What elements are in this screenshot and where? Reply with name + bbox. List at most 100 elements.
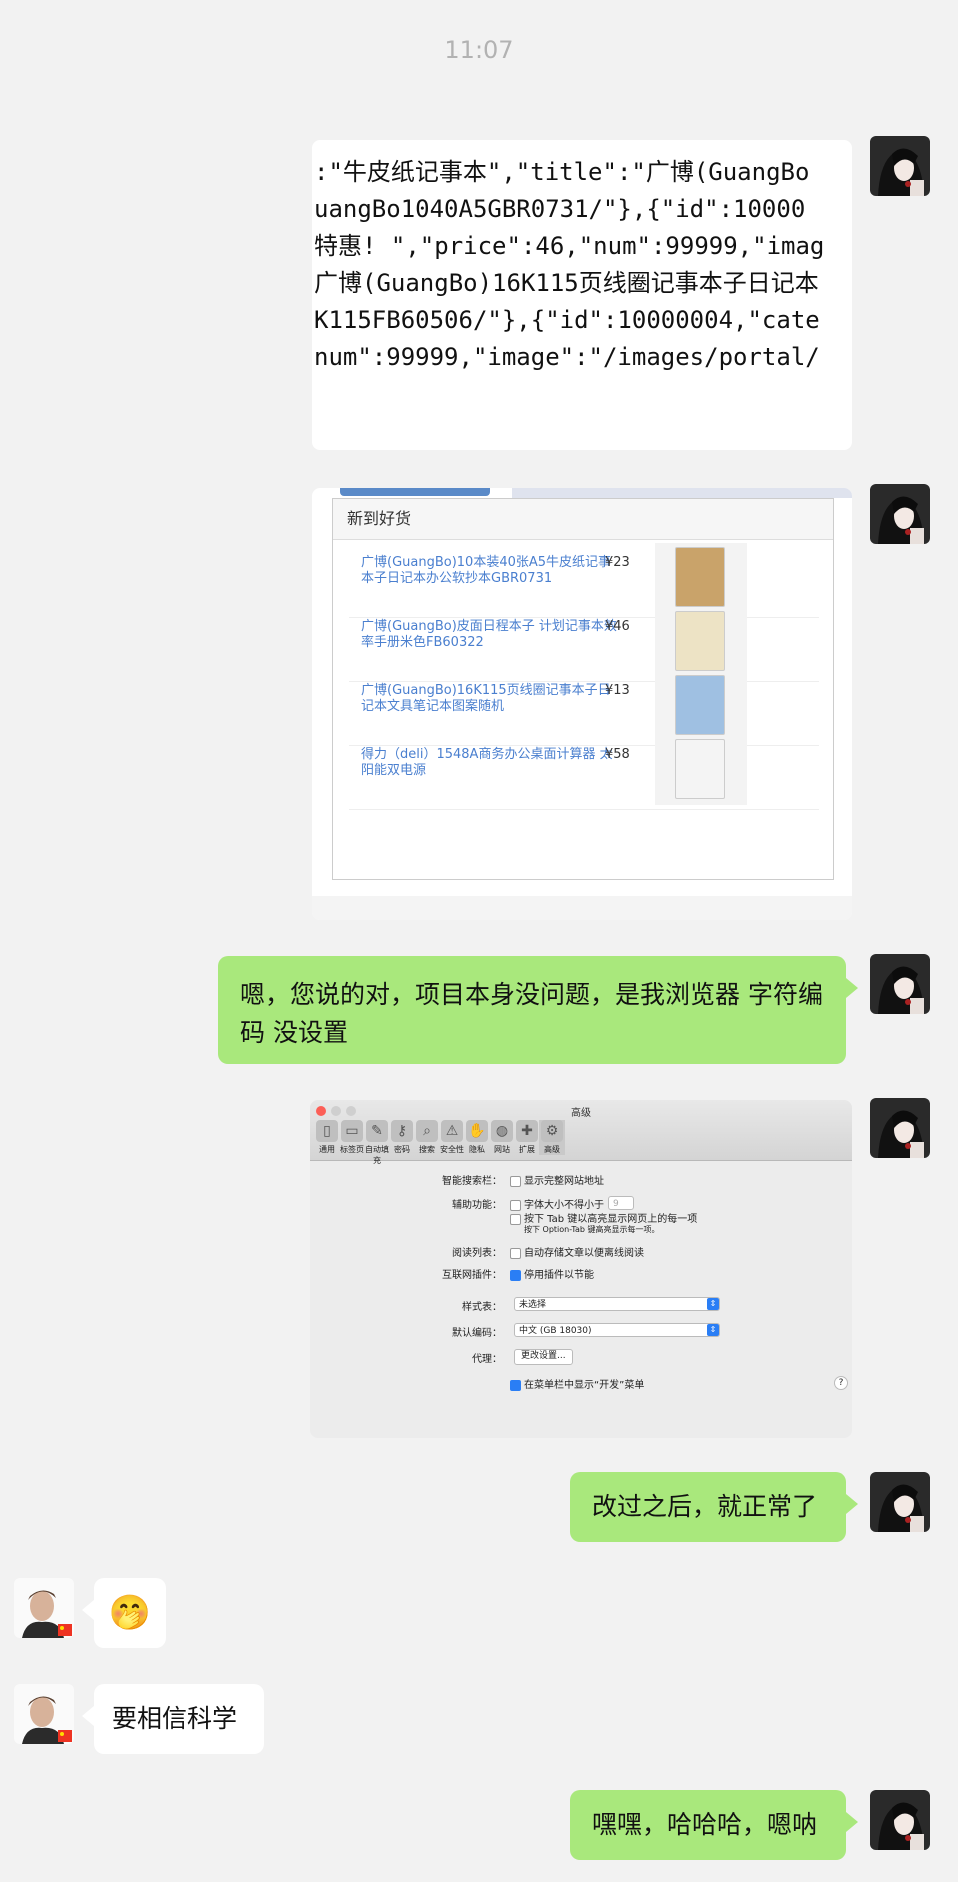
toolbar-tab-privacy[interactable]: ✋ 隐私 (464, 1120, 490, 1155)
avatar-me[interactable] (870, 136, 930, 196)
websites-icon: ◍ (491, 1120, 513, 1142)
code-line: 广博(GuangBo)16K115页线圈记事本子日记本 (314, 269, 819, 297)
toolbar-tab-label: 网站 (494, 1145, 510, 1154)
access-label: 辅助功能： (452, 1200, 502, 1211)
toolbar-tab-label: 通用 (319, 1145, 335, 1154)
checkbox-checked-icon[interactable] (510, 1269, 521, 1281)
toolbar-tab-label: 自动填充 (365, 1145, 389, 1165)
reading-label: 阅读列表： (452, 1248, 502, 1259)
checkbox-icon[interactable] (510, 1213, 521, 1225)
emoji-message-other[interactable]: 🤭 (82, 1578, 166, 1648)
code-line: num":99999,"image":"/images/portal/ (314, 343, 820, 371)
toolbar-tab-autofill[interactable]: ✎ 自动填充 (364, 1120, 390, 1166)
stylesheet-select[interactable]: 未选择 ⇕ (514, 1297, 720, 1311)
toolbar-tab-label: 搜索 (419, 1145, 435, 1154)
toolbar-tab-label: 标签页 (340, 1145, 364, 1154)
product-price: ¥46 (605, 619, 630, 634)
toolbar-tab-general[interactable]: ▯ 通用 (314, 1120, 340, 1155)
product-link[interactable]: 得力（deli）1548A商务办公桌面计算器 太阳能双电源 (361, 747, 623, 779)
kraft-icon (675, 547, 725, 607)
help-button[interactable]: ? (834, 1376, 848, 1390)
font-size-select[interactable]: 9 (608, 1196, 634, 1210)
tabs-icon: ▭ (341, 1120, 363, 1142)
develop-menu-option[interactable]: 在菜单栏中显示“开发”菜单 (510, 1376, 644, 1391)
chevron-updown-icon: ⇕ (707, 1298, 719, 1310)
text-message-me[interactable]: 嘿嘿，哈哈哈，嗯呐 (570, 1790, 858, 1860)
advanced-icon: ⚙ (541, 1120, 563, 1142)
close-light-icon[interactable] (316, 1106, 326, 1116)
change-settings-button[interactable]: 更改设置... (514, 1349, 573, 1365)
avatar-me[interactable] (870, 1472, 930, 1532)
code-line: 特惠! ","price":46,"num":99999,"imag (314, 232, 825, 260)
tab-highlight-option[interactable]: 按下 Tab 键以高亮显示网页上的每一项 (510, 1210, 697, 1225)
toolbar-tab-advanced[interactable]: ⚙ 高级 (539, 1120, 565, 1155)
avatar-other[interactable] (14, 1684, 74, 1744)
min-font-option[interactable]: 字体大小不得小于 (510, 1196, 604, 1211)
reading-option[interactable]: 自动存储文章以便离线阅读 (510, 1244, 644, 1259)
toolbar-tab-label: 扩展 (519, 1145, 535, 1154)
toolbar-tab-extensions[interactable]: ✚ 扩展 (514, 1120, 540, 1155)
toolbar-tab-websites[interactable]: ◍ 网站 (489, 1120, 515, 1155)
product-thumbnail-spiral[interactable] (655, 671, 747, 741)
products-panel-title: 新到好货 (333, 499, 833, 540)
product-link[interactable]: 广博(GuangBo)10本装40张A5牛皮纸记事本子日记本办公软抄本GBR07… (361, 555, 623, 587)
zoom-light-icon[interactable] (346, 1106, 356, 1116)
message-text: 嘿嘿，哈哈哈，嗯呐 (592, 1810, 818, 1839)
style-label: 样式表： (462, 1302, 502, 1313)
avatar-other[interactable] (14, 1578, 74, 1638)
toolbar-tab-label: 隐私 (469, 1145, 485, 1154)
checkbox-icon[interactable] (510, 1199, 521, 1211)
avatar-anime-icon (870, 1790, 930, 1850)
calculator-icon (675, 739, 725, 799)
settings-toolbar: 高级 ▯ 通用 ▭ 标签页 ✎ 自动填充 ⚷ 密码 ⌕ 搜索 ⚠ 安全性 ✋ 隐私 ◍ 网站 ✚ 扩展 ⚙ 高级 (310, 1100, 852, 1165)
checkbox-icon[interactable] (510, 1247, 521, 1259)
toolbar-tab-passwords[interactable]: ⚷ 密码 (389, 1120, 415, 1155)
plugins-label: 互联网插件： (442, 1270, 502, 1281)
product-thumbnail-beige[interactable] (655, 607, 747, 677)
general-icon: ▯ (316, 1120, 338, 1142)
product-price: ¥58 (605, 747, 630, 762)
product-price: ¥23 (605, 555, 630, 570)
chevron-updown-icon: ⇕ (707, 1324, 719, 1336)
select-value: 9 (613, 1199, 619, 1209)
products-panel: 新到好货 广博(GuangBo)10本装40张A5牛皮纸记事本子日记本办公软抄本… (332, 498, 834, 880)
text-message-me[interactable]: 改过之后，就正常了 (570, 1472, 858, 1542)
beige-icon (675, 611, 725, 671)
toolbar-tab-security[interactable]: ⚠ 安全性 (439, 1120, 465, 1155)
avatar-me[interactable] (870, 484, 930, 544)
smart-search-option[interactable]: 显示完整网站地址 (510, 1172, 604, 1187)
avatar-anime-icon (870, 484, 930, 544)
plugins-option[interactable]: 停用插件以节能 (510, 1266, 594, 1281)
toolbar-tab-tabs[interactable]: ▭ 标签页 (339, 1120, 365, 1155)
avatar-me[interactable] (870, 1098, 930, 1158)
toolbar-tab-search[interactable]: ⌕ 搜索 (414, 1120, 440, 1155)
toolbar-tab-label: 高级 (544, 1145, 560, 1154)
text-message-me[interactable]: 嗯，您说的对，项目本身没问题，是我浏览器 字符编码 没设置 (218, 956, 858, 1064)
panel-footer (312, 896, 852, 920)
option-label: 显示完整网站地址 (524, 1176, 604, 1187)
product-thumbnail-kraft[interactable] (655, 543, 747, 613)
spiral-icon (675, 675, 725, 735)
minimize-light-icon[interactable] (331, 1106, 341, 1116)
text-message-other[interactable]: 要相信科学 (82, 1684, 264, 1754)
checkbox-checked-icon[interactable] (510, 1379, 521, 1391)
settings-window-title: 高级 (571, 1108, 591, 1119)
passwords-icon: ⚷ (391, 1120, 413, 1142)
avatar-me[interactable] (870, 954, 930, 1014)
avatar-anime-icon (870, 1472, 930, 1532)
product-link[interactable]: 广博(GuangBo)皮面日程本子 计划记事本效率手册米色FB60322 (361, 619, 623, 651)
product-price: ¥13 (605, 683, 630, 698)
avatar-man-icon (14, 1578, 74, 1638)
avatar-me[interactable] (870, 1790, 930, 1850)
product-link[interactable]: 广博(GuangBo)16K115页线圈记事本子日记本文具笔记本图案随机 (361, 683, 623, 715)
image-message-settings[interactable]: 高级 ▯ 通用 ▭ 标签页 ✎ 自动填充 ⚷ 密码 ⌕ 搜索 ⚠ 安全性 ✋ 隐私 ◍ 网站 ✚ 扩展 ⚙ 高级 智能… (310, 1100, 852, 1438)
select-value: 未选择 (519, 1300, 547, 1310)
image-message-products[interactable]: 新到好货 广博(GuangBo)10本装40张A5牛皮纸记事本子日记本办公软抄本… (312, 488, 852, 920)
checkbox-icon[interactable] (510, 1175, 521, 1187)
encoding-select[interactable]: 中文 (GB 18030) ⇕ (514, 1323, 720, 1337)
avatar-anime-icon (870, 136, 930, 196)
product-thumbnail-calculator[interactable] (655, 735, 747, 805)
privacy-icon: ✋ (466, 1120, 488, 1142)
option-label: 停用插件以节能 (524, 1270, 594, 1281)
code-screenshot[interactable]: :"牛皮纸记事本","title":"广博(GuangBo uangBo1040A… (312, 140, 852, 450)
